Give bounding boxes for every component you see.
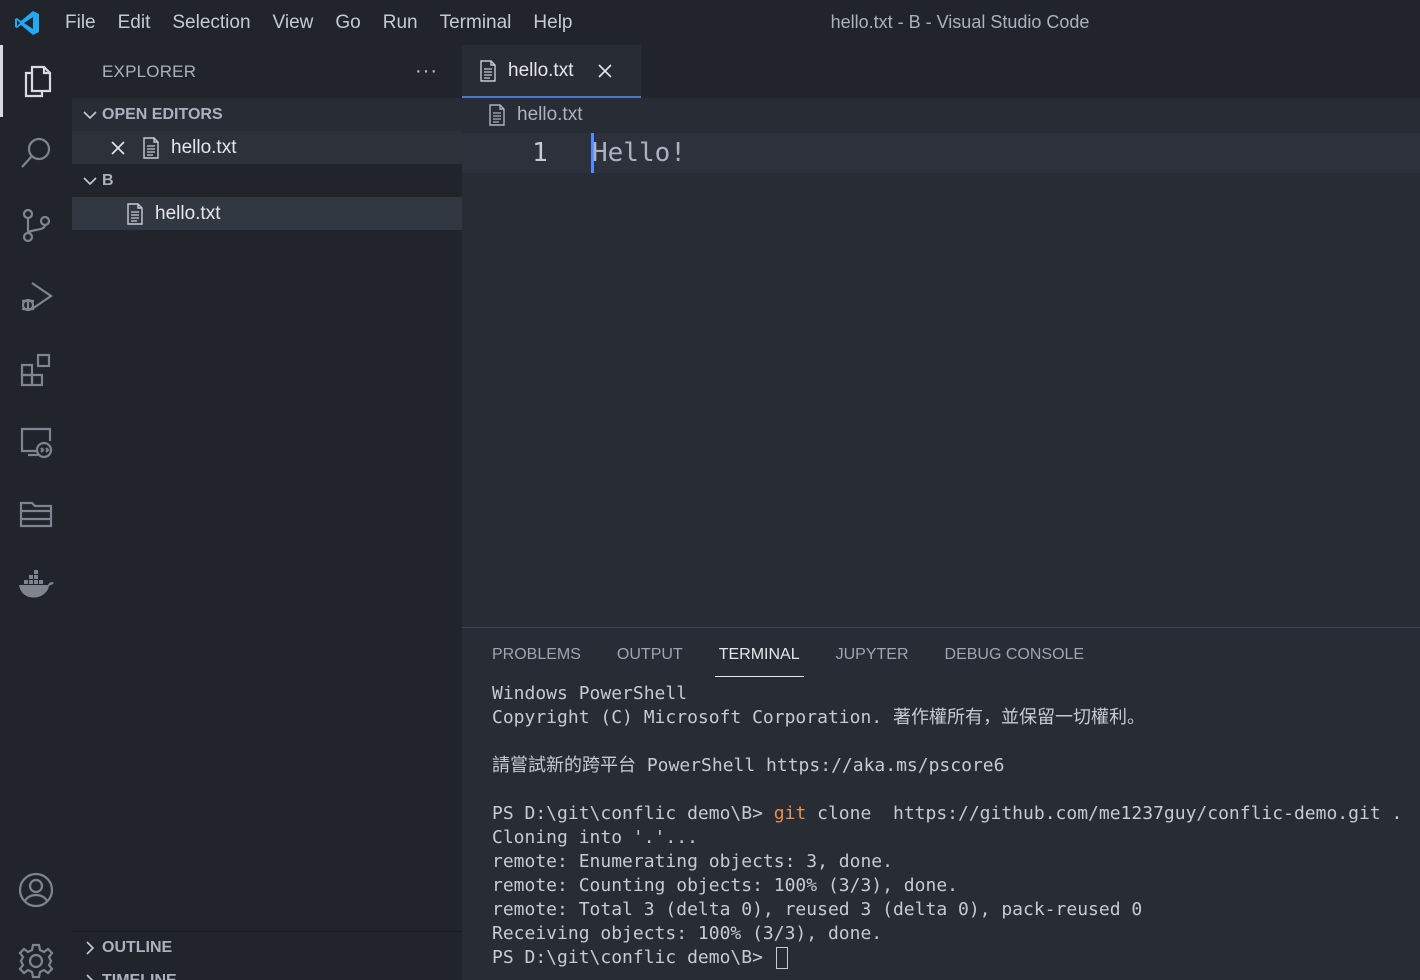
source-control-icon[interactable]: [0, 189, 72, 261]
terminal-cursor: [775, 947, 788, 969]
docker-icon[interactable]: [0, 549, 72, 621]
terminal-prompt: PS D:\git\conflic demo\B>: [492, 803, 774, 824]
terminal-line: Windows PowerShell: [492, 683, 688, 704]
folder-label: B: [102, 171, 114, 189]
open-editor-item[interactable]: hello.txt: [72, 131, 462, 164]
menu-view[interactable]: View: [262, 0, 325, 45]
search-icon[interactable]: [0, 117, 72, 189]
terminal-line: Receiving objects: 100% (3/3), done.: [492, 923, 883, 944]
terminal-line: 請嘗試新的跨平台 PowerShell https://aka.ms/pscor…: [492, 755, 1005, 776]
terminal-prompt: PS D:\git\conflic demo\B>: [492, 947, 774, 968]
folder-icon[interactable]: [0, 477, 72, 549]
chevron-right-icon: [80, 973, 100, 980]
terminal-line: Copyright (C) Microsoft Corporation. 著作權…: [492, 707, 1145, 728]
code-line[interactable]: 1 Hello!: [462, 133, 1420, 173]
line-number: 1: [532, 138, 548, 168]
tab-debug-console[interactable]: DEBUG CONSOLE: [945, 637, 1085, 673]
menu-go[interactable]: Go: [324, 0, 371, 45]
terminal-line: remote: Enumerating objects: 3, done.: [492, 851, 893, 872]
vscode-logo-icon: [0, 0, 54, 45]
activity-bar: [0, 45, 72, 980]
open-editors-header[interactable]: OPEN EDITORS: [72, 98, 462, 131]
menu-help[interactable]: Help: [522, 0, 583, 45]
explorer-sidebar: EXPLORER ··· OPEN EDITORS hello.txt B he…: [72, 45, 462, 980]
file-icon: [479, 59, 497, 82]
sidebar-title: EXPLORER: [102, 61, 197, 81]
terminal-output[interactable]: Windows PowerShell Copyright (C) Microso…: [462, 682, 1420, 970]
tab-problems[interactable]: PROBLEMS: [492, 637, 581, 673]
terminal-command-line: PS D:\git\conflic demo\B> git clone http…: [492, 802, 1420, 826]
open-editors-label: OPEN EDITORS: [102, 105, 223, 123]
terminal-line: remote: Counting objects: 100% (3/3), do…: [492, 875, 958, 896]
folder-b-header[interactable]: B: [72, 164, 462, 197]
file-icon: [488, 104, 506, 126]
code-text[interactable]: Hello!: [592, 133, 686, 173]
file-icon: [140, 136, 162, 159]
extensions-icon[interactable]: [0, 333, 72, 405]
run-debug-icon[interactable]: [0, 261, 72, 333]
sidebar-header: EXPLORER ···: [72, 45, 462, 98]
menu-run[interactable]: Run: [372, 0, 429, 45]
close-icon[interactable]: [110, 140, 132, 156]
tab-jupyter[interactable]: JUPYTER: [836, 637, 909, 673]
outline-label: OUTLINE: [102, 939, 173, 956]
tab-output[interactable]: OUTPUT: [617, 637, 683, 673]
timeline-label: TIMELINE: [102, 971, 177, 980]
editor-tabs: hello.txt: [462, 45, 1420, 98]
file-icon: [124, 202, 146, 225]
terminal-command-name: git: [773, 803, 807, 824]
terminal-line: Cloning into '.'...: [492, 827, 698, 848]
terminal-command-args: clone https://github.com/me1237guy/confl…: [806, 803, 1403, 824]
terminal-line: remote: Total 3 (delta 0), reused 3 (del…: [492, 899, 1143, 920]
explorer-icon[interactable]: [0, 45, 72, 117]
close-icon[interactable]: [597, 63, 613, 79]
menu-edit[interactable]: Edit: [107, 0, 162, 45]
chevron-down-icon: [80, 108, 100, 122]
chevron-right-icon: [80, 941, 100, 955]
menu-terminal[interactable]: Terminal: [429, 0, 523, 45]
account-icon[interactable]: [0, 854, 72, 926]
tab-label: hello.txt: [508, 59, 574, 81]
timeline-section-header[interactable]: TIMELINE: [72, 964, 462, 980]
tab-terminal[interactable]: TERMINAL: [714, 637, 804, 677]
more-actions-icon[interactable]: ···: [415, 60, 438, 83]
panel-tabs: PROBLEMS OUTPUT TERMINAL JUPYTER DEBUG C…: [462, 628, 1420, 682]
chevron-down-icon: [80, 174, 100, 188]
menu-selection[interactable]: Selection: [161, 0, 261, 45]
terminal-prompt-line[interactable]: PS D:\git\conflic demo\B>: [492, 946, 1420, 970]
title-bar: File Edit Selection View Go Run Terminal…: [0, 0, 1420, 45]
file-tree-filename: hello.txt: [155, 202, 221, 224]
menu-file[interactable]: File: [54, 0, 107, 45]
breadcrumb-filename: hello.txt: [517, 104, 583, 125]
menu-bar: File Edit Selection View Go Run Terminal…: [54, 0, 584, 45]
file-tree-item[interactable]: hello.txt: [72, 197, 462, 230]
bottom-panel: PROBLEMS OUTPUT TERMINAL JUPYTER DEBUG C…: [462, 627, 1420, 980]
outline-section-header[interactable]: OUTLINE: [72, 931, 462, 964]
remote-explorer-icon[interactable]: [0, 405, 72, 477]
open-editor-filename: hello.txt: [171, 136, 237, 158]
breadcrumb[interactable]: hello.txt: [462, 98, 1420, 132]
settings-gear-icon[interactable]: [0, 925, 72, 980]
tab-hello-txt[interactable]: hello.txt: [462, 45, 641, 98]
editor-area: hello.txt hello.txt 1 Hello!: [462, 45, 1420, 627]
